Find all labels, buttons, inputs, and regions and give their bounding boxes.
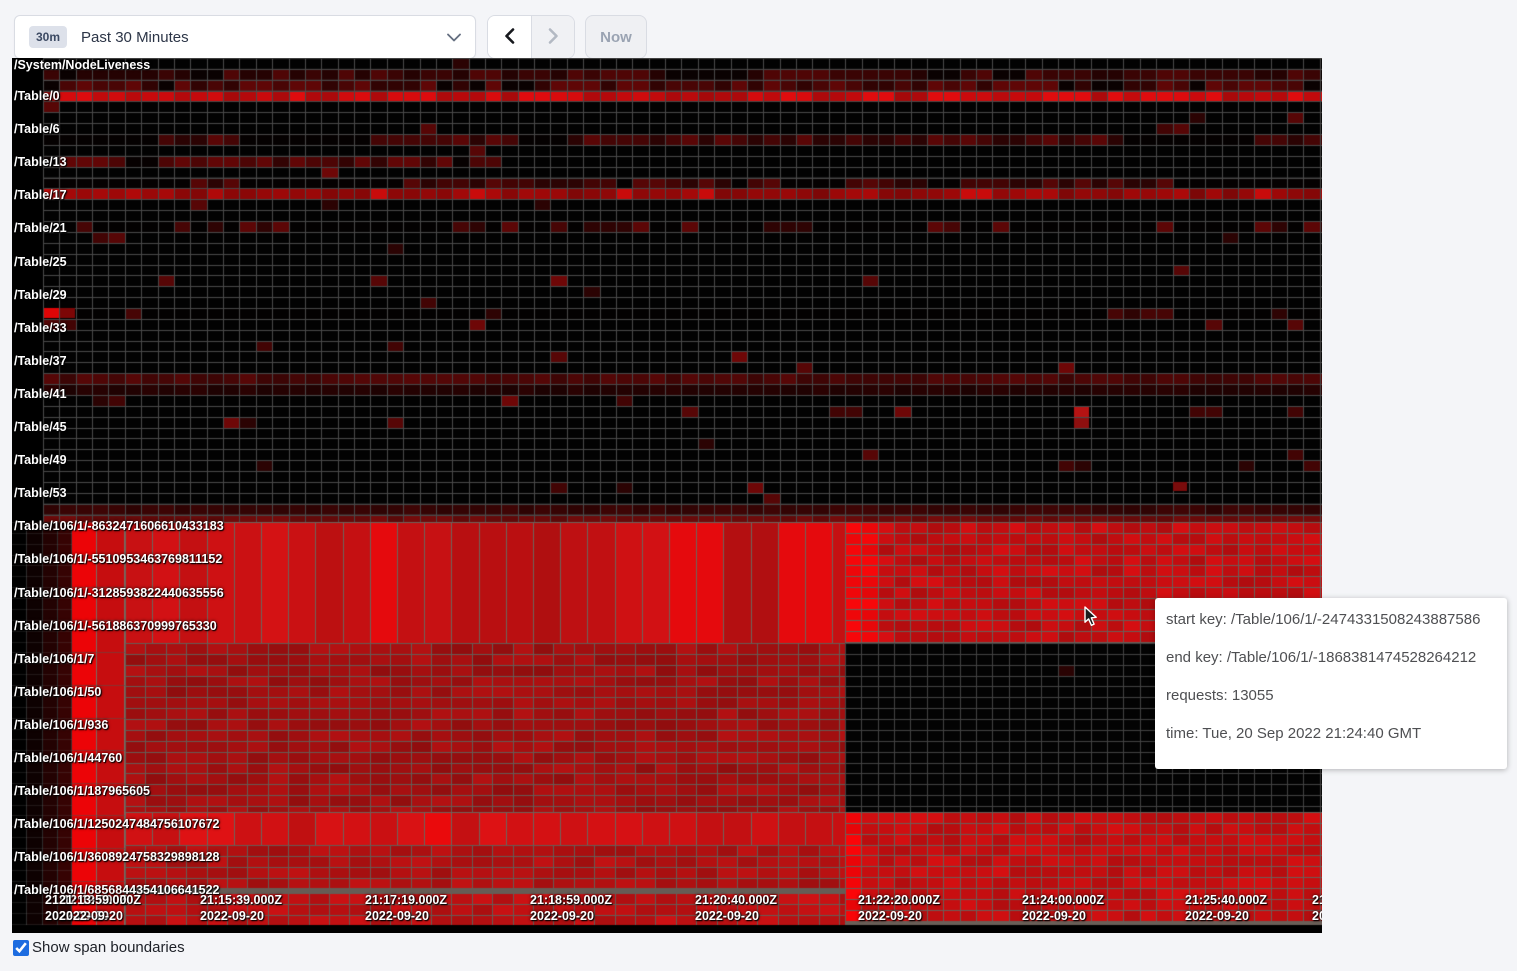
chevron-right-icon <box>545 27 561 48</box>
next-time-button[interactable] <box>531 16 574 58</box>
time-nav-button-group <box>487 15 575 59</box>
hover-tooltip: start key: /Table/106/1/-247433150824388… <box>1155 598 1507 769</box>
time-range-label: Past 30 Minutes <box>81 29 189 46</box>
key-visualizer-page: 30m Past 30 Minutes Now /System/NodeLive… <box>0 0 1517 971</box>
time-range-badge: 30m <box>29 26 67 48</box>
show-span-boundaries-label: Show span boundaries <box>32 939 185 956</box>
tooltip-requests: requests: 13055 <box>1166 687 1496 704</box>
tooltip-time: time: Tue, 20 Sep 2022 21:24:40 GMT <box>1166 725 1496 742</box>
show-span-boundaries-checkbox[interactable] <box>13 940 29 956</box>
tooltip-start-key: start key: /Table/106/1/-247433150824388… <box>1166 611 1496 628</box>
time-range-select[interactable]: 30m Past 30 Minutes <box>14 15 476 59</box>
chevron-left-icon <box>502 27 518 48</box>
tooltip-end-key: end key: /Table/106/1/-18683814745282642… <box>1166 649 1496 666</box>
key-visualizer-heatmap[interactable]: /System/NodeLiveness/Table/0/Table/6/Tab… <box>12 58 1322 933</box>
heatmap-canvas[interactable] <box>12 58 1322 933</box>
now-button[interactable]: Now <box>585 15 647 59</box>
footer-controls: Show span boundaries <box>13 939 185 956</box>
mouse-cursor-icon <box>1084 606 1100 632</box>
chevron-down-icon <box>447 33 461 42</box>
prev-time-button[interactable] <box>488 16 531 58</box>
